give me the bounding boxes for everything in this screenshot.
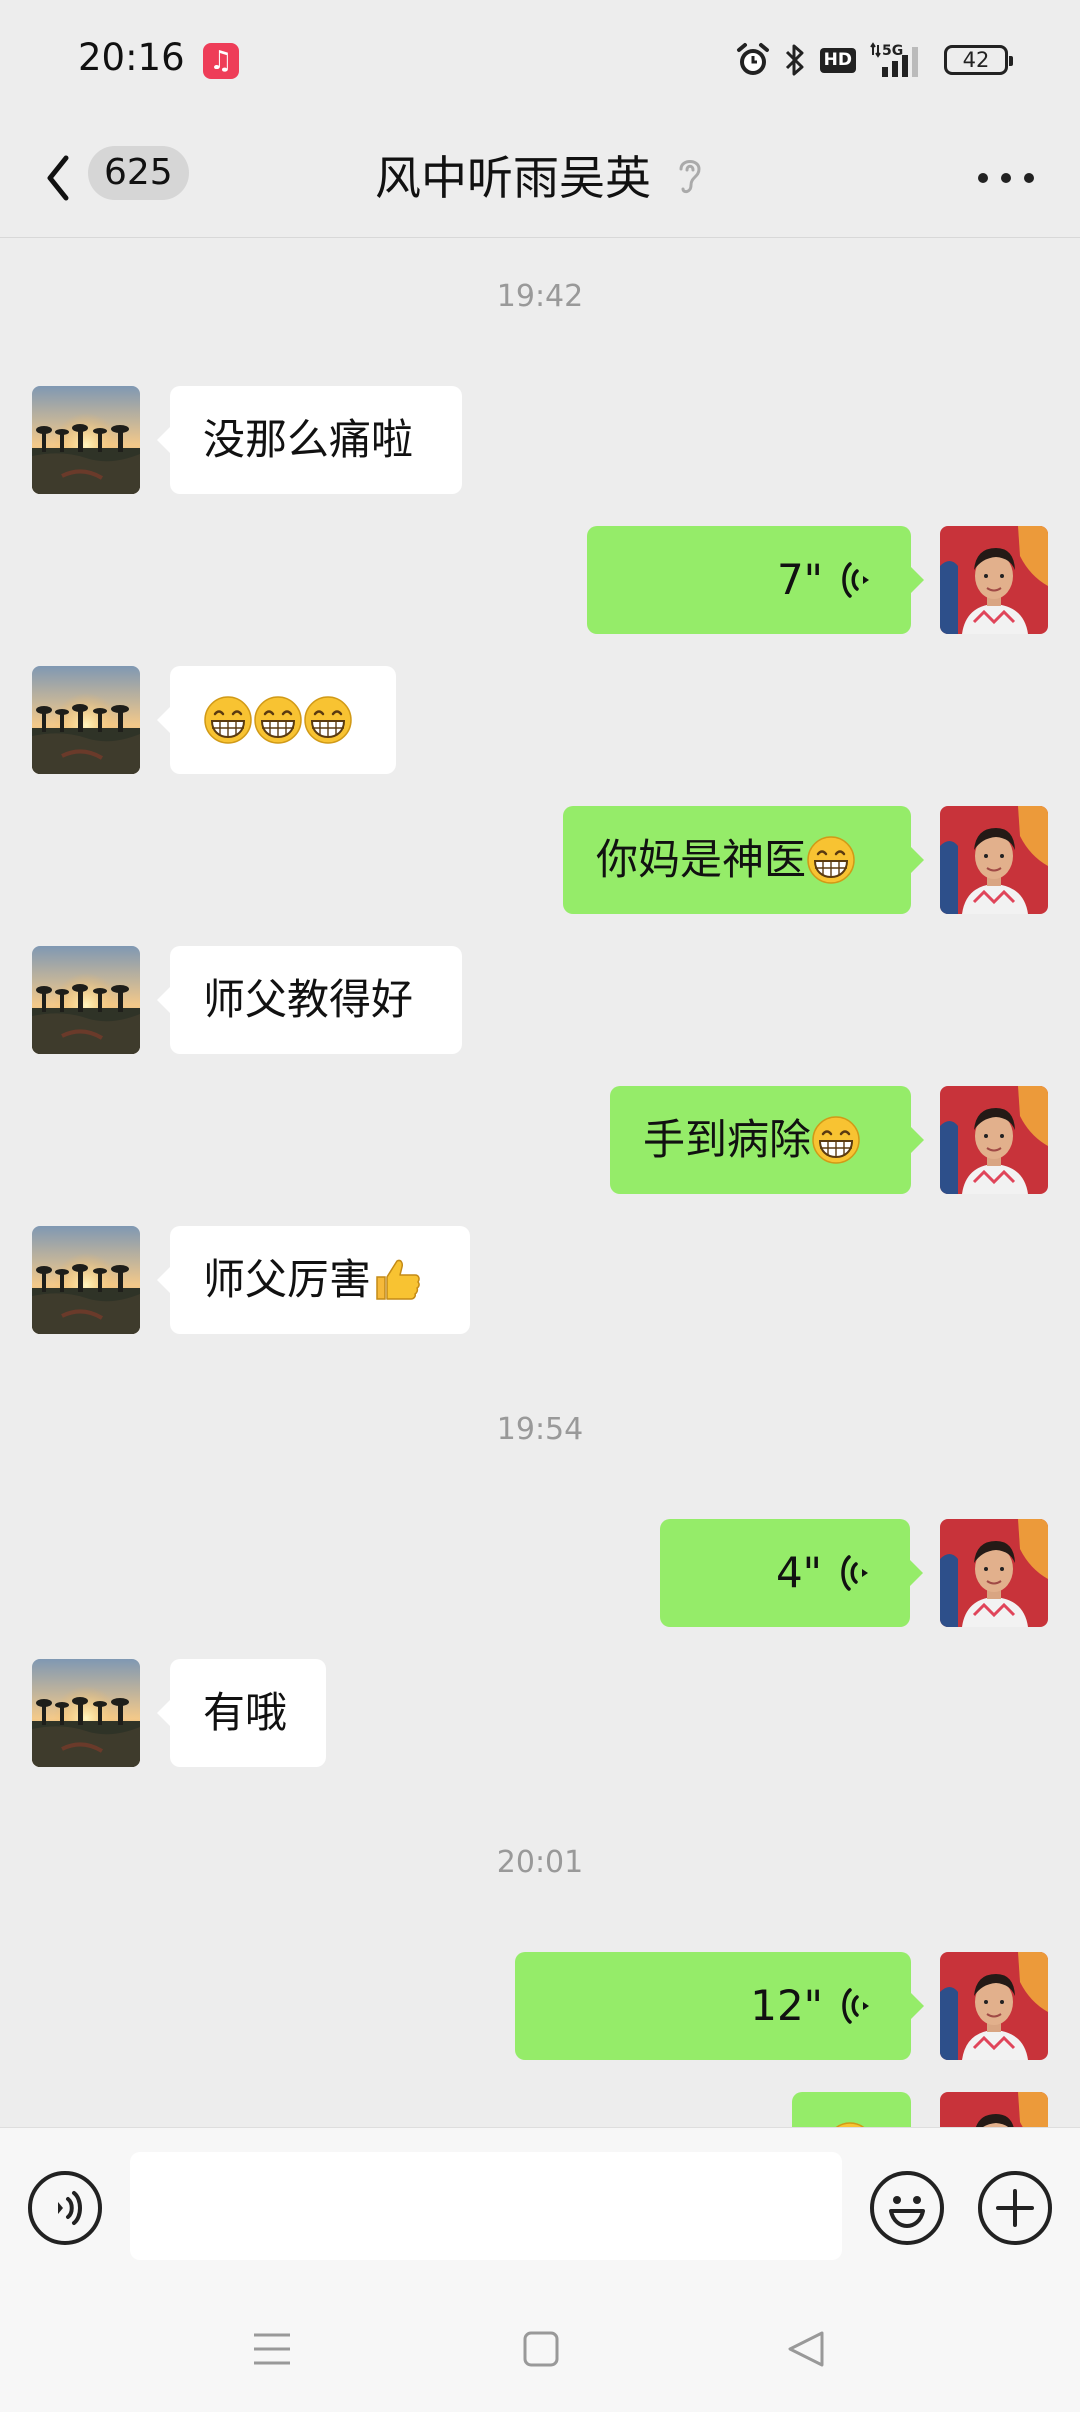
home-square-icon[interactable] <box>522 2329 560 2369</box>
sunset-avatar-image <box>32 1659 140 1767</box>
input-bar <box>0 2127 1080 2289</box>
status-bar: 20:16 ♫ HD 5G 42 <box>0 0 1080 120</box>
woman-avatar-image <box>940 1519 1048 1627</box>
woman-avatar-image <box>940 1086 1048 1194</box>
voice-duration: 7" <box>776 555 823 604</box>
text-message-bubble[interactable]: 没那么痛啦 <box>157 386 462 494</box>
text-message-bubble[interactable]: 有哦 <box>157 1659 326 1767</box>
timestamp-separator: 19:42 <box>496 279 584 314</box>
voice-message-bubble[interactable]: 4" <box>660 1519 923 1627</box>
sunset-avatar-image <box>32 946 140 1054</box>
sunset-avatar-image <box>32 1226 140 1334</box>
woman-avatar-image <box>940 806 1048 914</box>
voice-wave-icon <box>842 1988 869 2024</box>
voice-duration: 4" <box>775 1548 822 1597</box>
chat-screen: 20:16 ♫ HD 5G 42 625 风中听雨吴英 19:42 没那么痛啦 … <box>0 0 1080 2412</box>
my-avatar[interactable] <box>940 1519 1048 1627</box>
message-text: 没那么痛啦 <box>203 415 414 464</box>
my-avatar[interactable] <box>940 806 1048 914</box>
alarm-icon <box>736 43 769 75</box>
contact-avatar[interactable] <box>32 666 140 774</box>
woman-avatar-image <box>940 1952 1048 2060</box>
sunset-avatar-image <box>32 386 140 494</box>
message-text: 师父教得好 <box>203 975 414 1024</box>
ear-icon <box>679 160 701 194</box>
message-text: 师父厉害 <box>203 1255 372 1304</box>
status-icons: HD 5G 42 <box>736 40 1013 80</box>
message-text: 你妈是神医 <box>596 835 807 884</box>
svg-text:5G: 5G <box>882 43 903 59</box>
grin-emoji-icon <box>807 835 855 884</box>
grin-emoji-icon <box>812 1115 860 1164</box>
sunset-avatar-image <box>32 666 140 774</box>
voice-duration: 12" <box>750 1981 823 2030</box>
plus-icon[interactable] <box>978 2171 1052 2245</box>
voice-message-bubble[interactable]: 7" <box>587 526 924 634</box>
text-message-bubble[interactable] <box>157 666 396 774</box>
chat-title-wrap: 风中听雨吴英 <box>0 142 1080 208</box>
voice-input-toggle-icon[interactable] <box>28 2171 102 2245</box>
bluetooth-icon <box>785 44 804 76</box>
emoji-face-icon[interactable] <box>870 2171 944 2245</box>
battery-icon: 42 <box>944 45 1013 75</box>
voice-wave-icon <box>842 562 869 598</box>
back-triangle-icon[interactable] <box>786 2329 826 2369</box>
message-text: 手到病除 <box>643 1115 812 1164</box>
voice-wave-icon <box>841 1555 868 1591</box>
music-app-icon: ♫ <box>203 43 239 79</box>
voice-message-bubble[interactable]: 12" <box>515 1952 924 2060</box>
chat-title[interactable]: 风中听雨吴英 <box>375 142 651 208</box>
text-message-bubble[interactable]: 师父厉害 <box>157 1226 470 1334</box>
text-message-bubble[interactable]: 你妈是神医 <box>563 806 924 914</box>
thumbs-up-emoji-icon <box>376 1259 420 1300</box>
grin-emoji-icon <box>304 695 352 744</box>
text-message-bubble[interactable] <box>792 2092 911 2127</box>
my-avatar[interactable] <box>940 1086 1048 1194</box>
more-options-icon[interactable] <box>978 168 1034 188</box>
contact-avatar[interactable] <box>32 386 140 494</box>
contact-avatar[interactable] <box>32 1659 140 1767</box>
contact-avatar[interactable] <box>32 1226 140 1334</box>
message-text: 有哦 <box>203 1688 288 1737</box>
woman-avatar-image <box>940 2092 1048 2127</box>
my-avatar[interactable] <box>940 1952 1048 2060</box>
text-message-bubble[interactable]: 师父教得好 <box>157 946 462 1054</box>
menu-icon[interactable] <box>252 2329 292 2369</box>
status-time: 20:16 <box>78 36 185 79</box>
system-navigation-bar <box>0 2289 1080 2412</box>
contact-avatar[interactable] <box>32 946 140 1054</box>
my-avatar[interactable] <box>940 2092 1048 2127</box>
my-avatar[interactable] <box>940 526 1048 634</box>
grin-emoji-icon <box>204 695 252 744</box>
woman-avatar-image <box>940 526 1048 634</box>
timestamp-separator: 19:54 <box>496 1412 584 1447</box>
timestamp-separator: 20:01 <box>496 1845 584 1880</box>
chat-header: 625 风中听雨吴英 <box>0 120 1080 238</box>
message-list: 19:42 没那么痛啦 7" 你妈是神医师父教得好手到病除师父厉害 19:54 4" 有哦 2… <box>0 239 1080 2127</box>
hd-icon: HD <box>819 47 856 73</box>
grin-emoji-icon <box>254 695 302 744</box>
text-message-bubble[interactable]: 手到病除 <box>610 1086 924 1194</box>
message-input[interactable] <box>130 2152 842 2260</box>
signal-icon: 5G <box>870 42 918 77</box>
